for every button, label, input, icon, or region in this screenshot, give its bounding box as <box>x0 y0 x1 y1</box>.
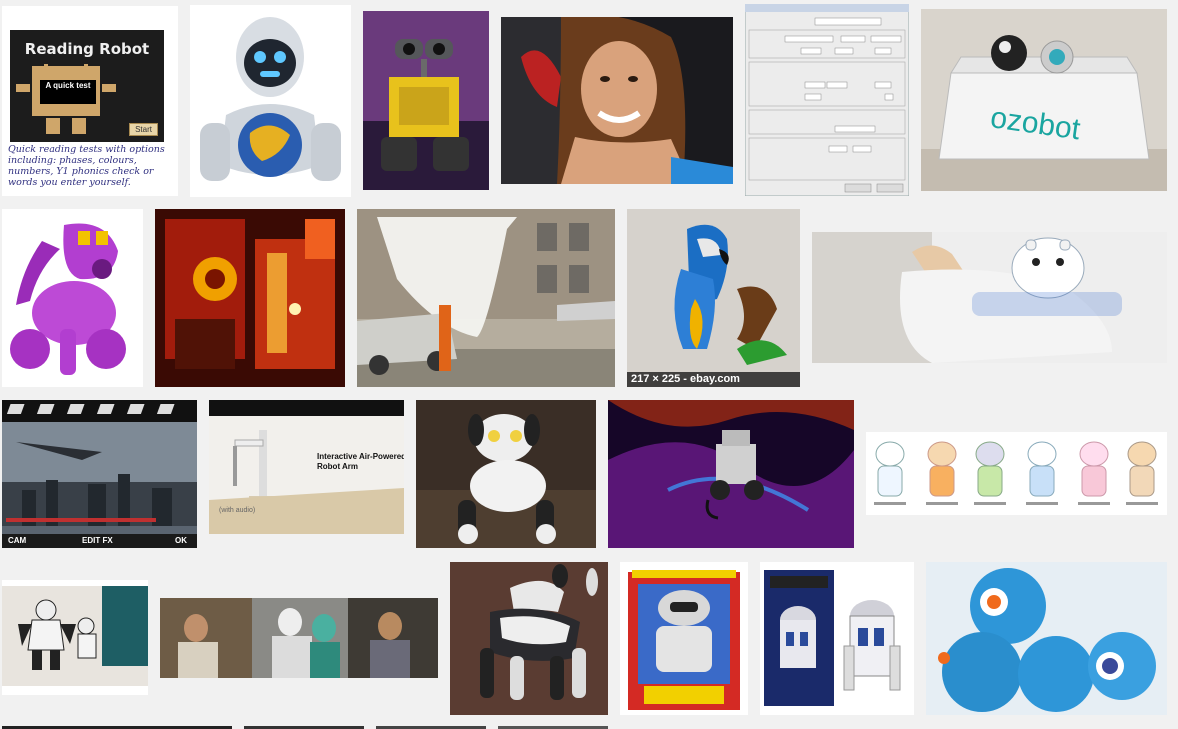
result-image-robot-puppy[interactable] <box>416 400 596 548</box>
robot-dog-icon <box>450 562 608 715</box>
result-image-robot-arm[interactable]: Interactive Air-Powered Robot Arm (with … <box>209 400 404 534</box>
result-image-r2d2-box[interactable] <box>760 562 914 715</box>
start-button[interactable]: Start <box>129 123 158 136</box>
result-image-lab-collage[interactable] <box>160 598 438 678</box>
result-image-street-curtain[interactable] <box>357 209 615 387</box>
ok-button[interactable]: OK <box>175 536 187 545</box>
edit-fx-label[interactable]: EDIT FX <box>82 536 113 545</box>
image-size-caption: 217 × 225 - ebay.com <box>627 372 800 387</box>
result-image-settings-dialog[interactable] <box>745 4 909 196</box>
result-image-reading-robot[interactable]: Reading Robot A quick test Start Quick r… <box>2 6 178 196</box>
dash-robot-icon <box>926 562 1167 715</box>
result-image-walle[interactable] <box>363 11 489 190</box>
robot-icon <box>608 400 854 548</box>
ozobot-box-icon: ozobot <box>921 9 1167 191</box>
robot-icon <box>2 580 148 695</box>
toy-box-icon <box>620 562 748 715</box>
result-image-dash-robots[interactable] <box>926 562 1167 715</box>
result-image-care-robot[interactable] <box>812 232 1167 363</box>
robot-icon <box>812 232 1167 363</box>
result-image-ozobot[interactable]: ozobot <box>921 9 1167 191</box>
collage-icon <box>160 598 438 678</box>
result-image-robosapien[interactable] <box>2 580 148 695</box>
parrot-icon <box>627 209 800 387</box>
robot-designs-icon <box>866 432 1167 515</box>
reading-robot-description: Quick reading tests with options includi… <box>8 144 165 188</box>
reading-robot-panel: Reading Robot A quick test Start <box>10 30 164 142</box>
street-icon <box>357 209 615 387</box>
video-icon <box>2 400 197 548</box>
result-image-actress[interactable] <box>501 17 733 184</box>
robot-icon <box>190 5 351 197</box>
result-image-video-editor[interactable]: CAM EDIT FX OK <box>2 400 197 548</box>
cam-label[interactable]: CAM <box>8 536 26 545</box>
result-image-lego-robot-space[interactable] <box>608 400 854 548</box>
audio-note: (with audio) <box>219 507 256 514</box>
result-image-robot-dog-aibo[interactable] <box>450 562 608 715</box>
result-image-globe-robot[interactable] <box>190 5 351 197</box>
video-controls: CAM EDIT FX OK <box>2 534 197 548</box>
machine-icon <box>155 209 345 387</box>
portrait-icon <box>501 17 733 184</box>
robot-dog-icon <box>2 209 143 387</box>
result-image-purple-robot-dog[interactable] <box>2 209 143 387</box>
reading-robot-title: Reading Robot <box>24 40 150 58</box>
dialog-icon <box>745 4 909 196</box>
result-image-toy-robot-box[interactable] <box>620 562 748 715</box>
robot-arm-title: Interactive Air-Powered Robot Arm <box>317 452 404 471</box>
r2d2-icon <box>760 562 914 715</box>
result-image-robot-designs[interactable] <box>866 432 1167 515</box>
robot-dog-icon <box>416 400 596 548</box>
result-image-red-machine[interactable] <box>155 209 345 387</box>
walle-icon <box>363 11 489 190</box>
result-image-parrot[interactable]: 217 × 225 - ebay.com <box>627 209 800 387</box>
reading-robot-box: A quick test <box>38 78 98 106</box>
